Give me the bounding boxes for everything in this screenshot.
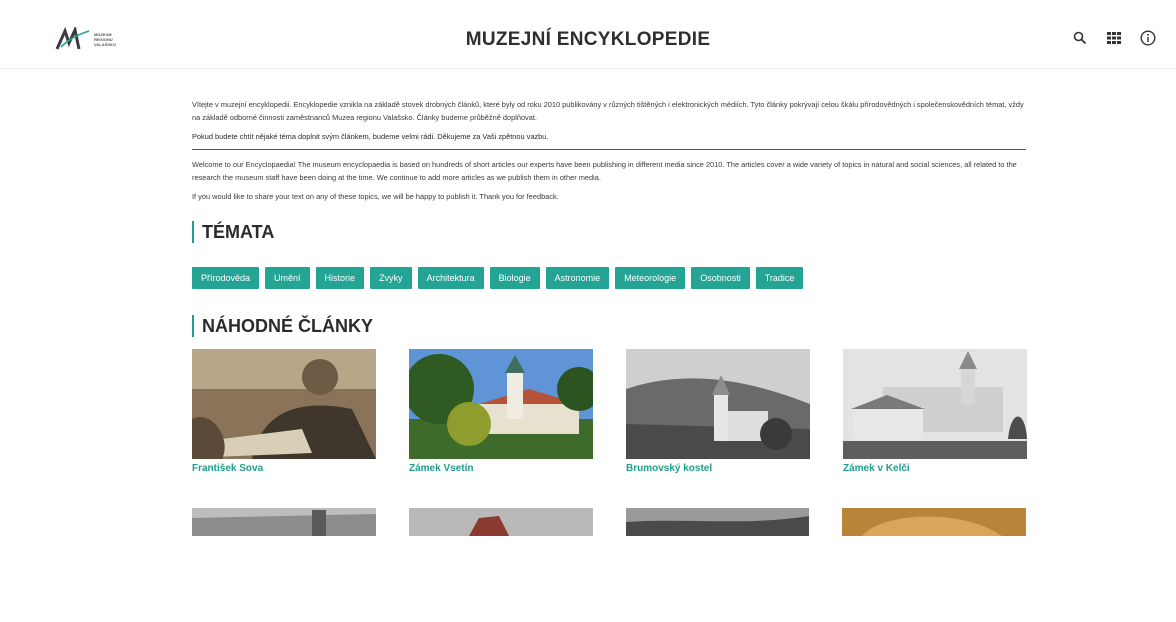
topics-heading: TÉMATA bbox=[192, 221, 1026, 243]
article-card[interactable]: Brumovský kostel bbox=[626, 349, 810, 474]
topic-osobnosti[interactable]: Osobnosti bbox=[691, 267, 750, 289]
article-title[interactable]: František Sova bbox=[192, 463, 376, 474]
castle-photo[interactable] bbox=[409, 349, 593, 459]
random-articles-heading: NÁHODNÉ ČLÁNKY bbox=[192, 315, 1026, 337]
article-cards: František Sova Zámek Vsetín Brumovský ko… bbox=[192, 349, 1027, 474]
portrait-photo[interactable] bbox=[192, 349, 376, 459]
church-photo[interactable] bbox=[626, 349, 810, 459]
topic-tradice[interactable]: Tradice bbox=[755, 267, 804, 289]
topic-prirodoveda[interactable]: Přírodověda bbox=[192, 267, 260, 289]
article-card[interactable]: František Sova bbox=[192, 349, 376, 474]
intro-cz-feedback: Pokud budete chtít nějaké téma doplnit s… bbox=[192, 132, 549, 141]
article-title[interactable]: Zámek v Kelči bbox=[843, 463, 1027, 474]
article-title[interactable]: Zámek Vsetín bbox=[409, 463, 593, 474]
info-icon[interactable] bbox=[1138, 28, 1158, 48]
topic-biologie[interactable]: Biologie bbox=[489, 267, 540, 289]
divider bbox=[192, 149, 1026, 150]
topic-meteorologie[interactable]: Meteorologie bbox=[615, 267, 686, 289]
article-card-partial[interactable] bbox=[408, 508, 593, 536]
topic-architektura[interactable]: Architektura bbox=[417, 267, 484, 289]
article-card-partial[interactable] bbox=[625, 508, 810, 536]
article-card[interactable]: Zámek Vsetín bbox=[409, 349, 593, 474]
site-title: MUZEJNÍ ENCYKLOPEDIE bbox=[465, 29, 711, 50]
article-cards-row2 bbox=[192, 508, 1026, 536]
chateau-photo[interactable] bbox=[843, 349, 1027, 459]
header-actions bbox=[1070, 28, 1158, 48]
search-icon[interactable] bbox=[1070, 28, 1090, 48]
topic-zvyky[interactable]: Zvyky bbox=[370, 267, 412, 289]
grid-icon[interactable] bbox=[1104, 28, 1124, 48]
topic-list: Přírodověda Umění Historie Zvyky Archite… bbox=[192, 267, 1026, 289]
article-card-partial[interactable] bbox=[842, 508, 1026, 536]
article-card[interactable]: Zámek v Kelči bbox=[843, 349, 1027, 474]
topic-astronomie[interactable]: Astronomie bbox=[545, 267, 610, 289]
intro-en-feedback: If you would like to share your text on … bbox=[192, 192, 559, 201]
topic-historie[interactable]: Historie bbox=[315, 267, 365, 289]
site-header: MUZEUM REGIONU VALAŠSKO MUZEJNÍ ENCYKLOP… bbox=[0, 0, 1176, 69]
article-card-partial[interactable] bbox=[192, 508, 376, 536]
intro-en-paragraph: Welcome to our Encyclopaedia! The museum… bbox=[192, 160, 1017, 182]
article-title[interactable]: Brumovský kostel bbox=[626, 463, 810, 474]
topic-umeni[interactable]: Umění bbox=[265, 267, 310, 289]
main-content: Vítejte v muzejní encyklopedii. Encyklop… bbox=[192, 98, 1027, 536]
intro-cz-paragraph: Vítejte v muzejní encyklopedii. Encyklop… bbox=[192, 100, 1024, 122]
